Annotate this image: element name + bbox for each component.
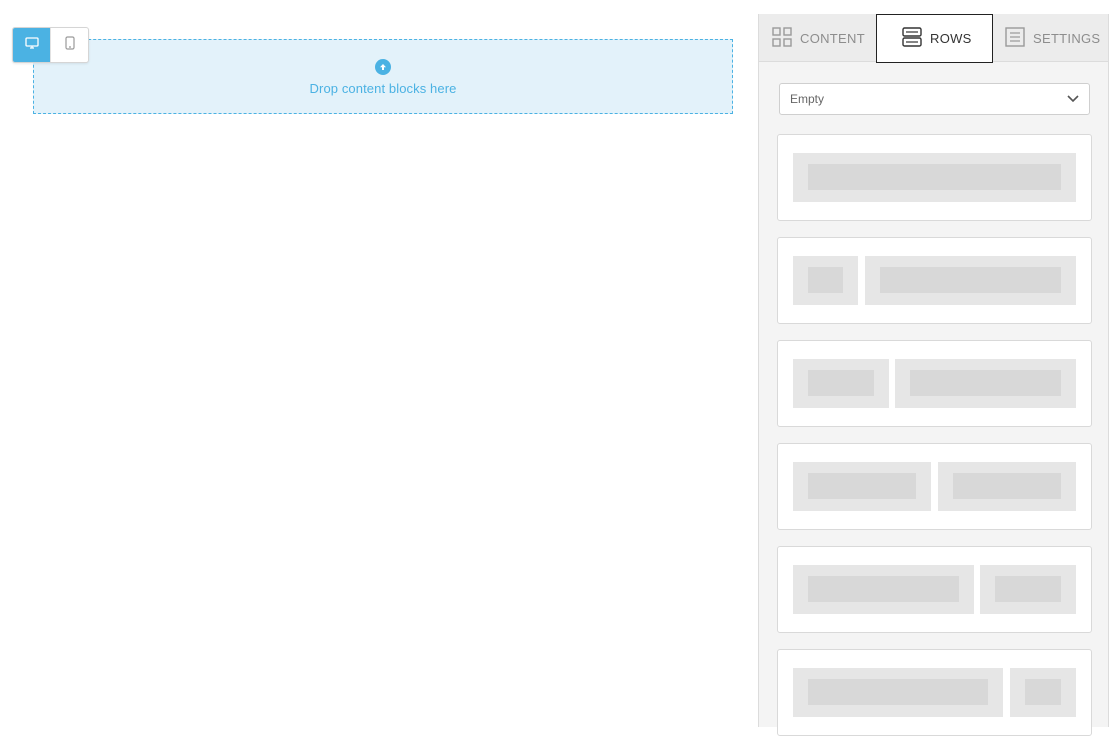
row-type-select-value: Empty — [790, 92, 825, 106]
row-column — [938, 462, 1076, 511]
row-column — [793, 359, 889, 408]
row-layout-3-1-columns[interactable] — [777, 649, 1092, 736]
grid-icon — [772, 26, 800, 50]
tab-settings-label: SETTINGS — [1033, 30, 1101, 46]
tab-settings[interactable]: SETTINGS — [993, 14, 1108, 62]
editor-canvas: Drop content blocks here — [0, 0, 758, 727]
row-layout-1-column[interactable] — [777, 134, 1092, 221]
row-type-select[interactable]: Empty — [779, 83, 1090, 115]
row-column — [793, 153, 1076, 202]
desktop-icon — [24, 36, 39, 54]
row-column — [793, 462, 931, 511]
row-layout-1-2-columns[interactable] — [777, 340, 1092, 427]
tab-content[interactable]: CONTENT — [759, 14, 876, 62]
row-column — [980, 565, 1076, 614]
row-column — [793, 565, 974, 614]
drop-zone[interactable]: Drop content blocks here — [33, 39, 733, 114]
row-layout-2-columns[interactable] — [777, 443, 1092, 530]
tab-rows[interactable]: ROWS — [876, 14, 993, 63]
mobile-view-button[interactable] — [50, 28, 88, 62]
tab-content-label: CONTENT — [800, 30, 865, 46]
row-layout-1-3-columns[interactable] — [777, 237, 1092, 324]
settings-list-icon — [1005, 26, 1033, 50]
chevron-down-icon — [1067, 92, 1079, 106]
tab-rows-label: ROWS — [930, 31, 972, 46]
row-column — [895, 359, 1076, 408]
device-toggle — [12, 27, 89, 63]
row-column — [865, 256, 1076, 305]
sidebar-tabs: CONTENT ROWS SETTINGS — [759, 14, 1108, 63]
arrow-up-circle-icon — [375, 59, 391, 75]
row-column — [1010, 668, 1076, 717]
sidebar-panel: CONTENT ROWS SETTINGS Empty — [758, 14, 1109, 736]
row-column — [793, 256, 858, 305]
desktop-view-button[interactable] — [13, 28, 50, 62]
row-layout-2-1-columns[interactable] — [777, 546, 1092, 633]
mobile-icon — [64, 35, 75, 55]
row-column — [793, 668, 1003, 717]
rows-icon — [902, 27, 930, 50]
drop-zone-label: Drop content blocks here — [309, 81, 457, 96]
